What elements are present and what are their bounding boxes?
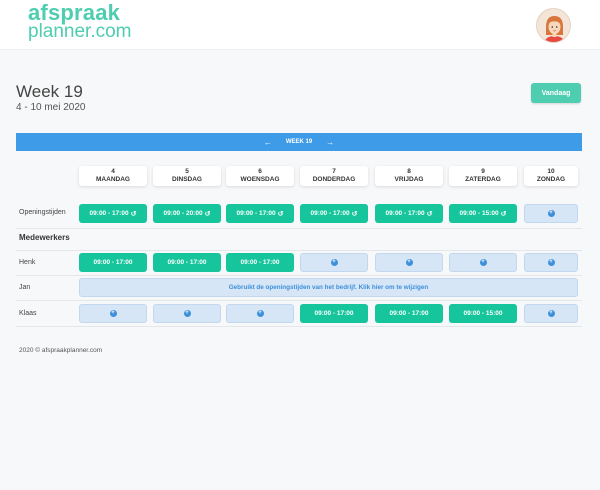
opening-hours-slot-sunday[interactable]: +: [524, 204, 578, 223]
top-bar: afspraak planner.com: [0, 0, 600, 50]
plus-icon: +: [405, 259, 413, 266]
plus-icon: +: [479, 259, 487, 266]
day-header-saturday: 9 ZATERDAG: [449, 166, 517, 186]
henk-slot-sunday[interactable]: +: [524, 253, 578, 272]
day-header-wednesday: 6 WOENSDAG: [226, 166, 294, 186]
previous-week-icon[interactable]: ←: [264, 138, 272, 147]
plus-icon: +: [547, 259, 555, 266]
slot-time: 09:00 - 17:00: [310, 210, 350, 217]
logo-line2: planner.com: [28, 21, 132, 42]
staff-name-henk: Henk: [19, 259, 36, 266]
opening-hours-slot-saturday[interactable]: 09:00 - 15:00 ↺: [449, 204, 517, 223]
day-header-thursday: 7 DONDERDAG: [300, 166, 368, 186]
klaas-slot-monday[interactable]: +: [79, 304, 147, 323]
day-header-tuesday: 5 DINSDAG: [153, 166, 221, 186]
plus-icon: +: [109, 310, 117, 317]
henk-slot-monday[interactable]: 09:00 - 17:00: [79, 253, 147, 272]
slot-time: 09:00 - 15:00: [459, 210, 499, 217]
reset-icon[interactable]: ↺: [352, 210, 358, 218]
plus-icon: +: [330, 259, 338, 266]
plus-icon: +: [547, 310, 555, 317]
opening-hours-label: Openingstijden: [19, 209, 66, 216]
opening-hours-slot-monday[interactable]: 09:00 - 17:00 ↺: [79, 204, 147, 223]
divider: [16, 275, 582, 276]
day-name: MAANDAG: [96, 176, 130, 183]
slot-time: 09:00 - 17:00: [385, 210, 425, 217]
staff-section-title: Medewerkers: [19, 233, 70, 242]
day-header-monday: 4 MAANDAG: [79, 166, 147, 186]
plus-icon: +: [183, 310, 191, 317]
opening-hours-slot-wednesday[interactable]: 09:00 - 17:00 ↺: [226, 204, 294, 223]
klaas-slot-saturday[interactable]: 09:00 - 15:00: [449, 304, 517, 323]
next-week-icon[interactable]: →: [326, 138, 334, 147]
staff-name-klaas: Klaas: [19, 310, 37, 317]
day-header-sunday: 10 ZONDAG: [524, 166, 578, 186]
klaas-slot-tuesday[interactable]: +: [153, 304, 221, 323]
klaas-slot-wednesday[interactable]: +: [226, 304, 294, 323]
day-number: 10: [547, 168, 555, 175]
day-number: 7: [332, 168, 336, 175]
day-number: 6: [258, 168, 262, 175]
day-name: ZATERDAG: [465, 176, 501, 183]
henk-slot-tuesday[interactable]: 09:00 - 17:00: [153, 253, 221, 272]
henk-slot-thursday[interactable]: +: [300, 253, 368, 272]
slot-time: 09:00 - 20:00: [163, 210, 203, 217]
staff-name-jan: Jan: [19, 284, 31, 291]
logo-line1: afspraak: [28, 0, 121, 25]
today-button[interactable]: Vandaag: [531, 83, 581, 103]
henk-slot-friday[interactable]: +: [375, 253, 443, 272]
divider: [16, 300, 582, 301]
day-name: DINSDAG: [172, 176, 202, 183]
klaas-slot-sunday[interactable]: +: [524, 304, 578, 323]
day-number: 9: [481, 168, 485, 175]
reset-icon[interactable]: ↺: [131, 210, 137, 218]
jan-use-company-hours[interactable]: Gebruikt de openingstijden van het bedri…: [79, 278, 578, 297]
day-header-friday: 8 VRIJDAG: [375, 166, 443, 186]
footer-copyright: 2020 © afspraakplanner.com: [19, 347, 103, 354]
henk-slot-saturday[interactable]: +: [449, 253, 517, 272]
week-navigation-bar: ← WEEK 19 →: [16, 133, 582, 151]
day-number: 5: [185, 168, 189, 175]
divider: [16, 326, 582, 327]
plus-icon: +: [256, 310, 264, 317]
day-name: WOENSDAG: [240, 176, 280, 183]
slot-time: 09:00 - 17:00: [89, 210, 129, 217]
henk-slot-wednesday[interactable]: 09:00 - 17:00: [226, 253, 294, 272]
divider: [16, 228, 582, 229]
week-label: WEEK 19: [285, 139, 313, 145]
day-name: ZONDAG: [536, 176, 566, 183]
avatar[interactable]: [536, 8, 571, 43]
day-name: DONDERDAG: [312, 176, 356, 183]
klaas-slot-thursday[interactable]: 09:00 - 17:00: [300, 304, 368, 323]
reset-icon[interactable]: ↺: [278, 210, 284, 218]
opening-hours-slot-tuesday[interactable]: 09:00 - 20:00 ↺: [153, 204, 221, 223]
klaas-slot-friday[interactable]: 09:00 - 17:00: [375, 304, 443, 323]
date-range: 4 - 10 mei 2020: [16, 102, 86, 113]
slot-time: 09:00 - 17:00: [236, 210, 276, 217]
avatar-illustration: [537, 9, 570, 42]
day-name: VRIJDAG: [394, 176, 424, 183]
opening-hours-slot-thursday[interactable]: 09:00 - 17:00 ↺: [300, 204, 368, 223]
page-title: Week 19: [16, 82, 83, 101]
reset-icon[interactable]: ↺: [427, 210, 433, 218]
divider: [16, 250, 582, 251]
opening-hours-slot-friday[interactable]: 09:00 - 17:00 ↺: [375, 204, 443, 223]
plus-icon: +: [547, 210, 555, 217]
day-number: 8: [407, 168, 411, 175]
reset-icon[interactable]: ↺: [205, 210, 211, 218]
logo[interactable]: afspraak planner.com: [28, 0, 132, 42]
day-number: 4: [111, 168, 115, 175]
reset-icon[interactable]: ↺: [501, 210, 507, 218]
